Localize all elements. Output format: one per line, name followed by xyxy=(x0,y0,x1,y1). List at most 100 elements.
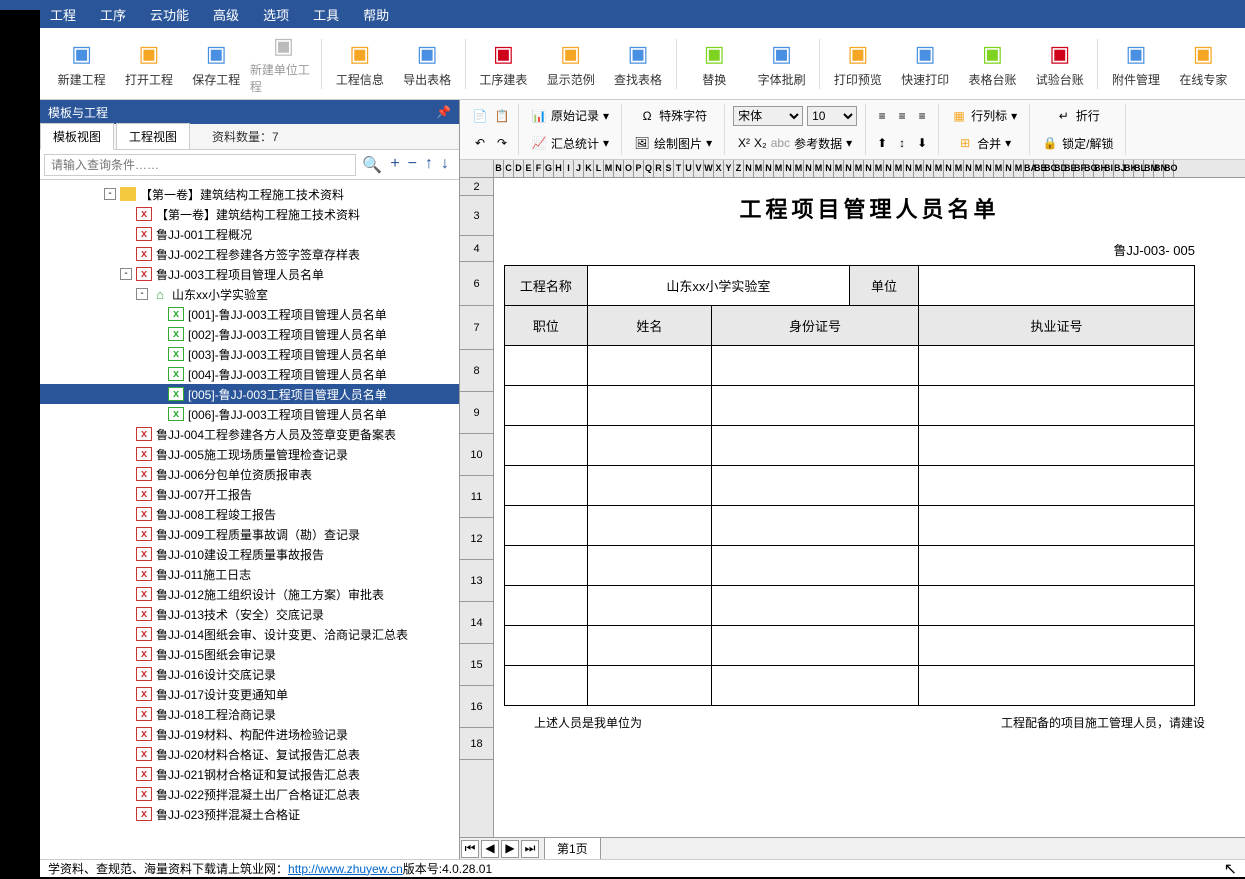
tool-试验台账[interactable]: ▣试验台账 xyxy=(1026,34,1093,94)
copy-icon[interactable]: 📄 xyxy=(472,108,488,124)
expand-icon[interactable] xyxy=(120,548,132,560)
down-icon[interactable]: ↓ xyxy=(441,155,449,175)
expand-icon[interactable] xyxy=(120,648,132,660)
expand-icon[interactable] xyxy=(120,728,132,740)
tool-导出表格[interactable]: ▣导出表格 xyxy=(393,34,460,94)
tree-item[interactable]: x[003]-鲁JJ-003工程项目管理人员名单 xyxy=(40,344,459,364)
expand-icon[interactable] xyxy=(120,428,132,440)
lock-button[interactable]: 🔒锁定/解锁 xyxy=(1038,133,1117,154)
nav-last-icon[interactable]: ⏭ xyxy=(521,840,539,858)
expand-icon[interactable] xyxy=(120,488,132,500)
expand-icon[interactable] xyxy=(152,308,164,320)
menu-工序[interactable]: 工序 xyxy=(100,5,126,24)
tool-显示范例[interactable]: ▣显示范例 xyxy=(537,34,604,94)
val-project[interactable]: 山东xx小学实验室 xyxy=(587,266,849,306)
menu-选项[interactable]: 选项 xyxy=(263,5,289,24)
tree-item[interactable]: x鲁JJ-004工程参建各方人员及签章变更备案表 xyxy=(40,424,459,444)
nav-next-icon[interactable]: ▶ xyxy=(501,840,519,858)
subscript-icon[interactable]: X₂ xyxy=(754,136,767,150)
sheet-tab[interactable]: 第1页 xyxy=(544,837,601,859)
panel-pin-icon[interactable]: 📌 xyxy=(436,105,451,119)
paste-icon[interactable]: 📋 xyxy=(494,108,510,124)
tool-新建单位工程[interactable]: ▣新建单位工程 xyxy=(250,34,317,94)
tree-item[interactable]: x鲁JJ-015图纸会审记录 xyxy=(40,644,459,664)
tree-item[interactable]: x鲁JJ-005施工现场质量管理检查记录 xyxy=(40,444,459,464)
spreadsheet-content[interactable]: 工程项目管理人员名单 鲁JJ-003- 005 工程名称 山东xx小学实验室 单… xyxy=(494,178,1245,837)
tree-item[interactable]: x鲁JJ-020材料合格证、复试报告汇总表 xyxy=(40,744,459,764)
tool-工程信息[interactable]: ▣工程信息 xyxy=(326,34,393,94)
tool-字体批刷[interactable]: ▣字体批刷 xyxy=(748,34,815,94)
tool-保存工程[interactable]: ▣保存工程 xyxy=(183,34,250,94)
raw-record-button[interactable]: 📊原始记录 ▾ xyxy=(527,105,613,126)
add-icon[interactable]: + xyxy=(390,155,399,175)
tree-item[interactable]: x【第一卷】建筑结构工程施工技术资料 xyxy=(40,204,459,224)
ref-data-button[interactable]: X² X₂ abc 参考数据 ▾ xyxy=(734,133,856,154)
menu-工程[interactable]: 工程 xyxy=(50,5,76,24)
expand-icon[interactable] xyxy=(120,608,132,620)
expand-icon[interactable]: - xyxy=(136,288,148,300)
expand-icon[interactable] xyxy=(120,688,132,700)
tool-替换[interactable]: ▣替换 xyxy=(681,34,748,94)
tool-附件管理[interactable]: ▣附件管理 xyxy=(1102,34,1169,94)
tree-item[interactable]: -【第一卷】建筑结构工程施工技术资料 xyxy=(40,184,459,204)
expand-icon[interactable] xyxy=(120,248,132,260)
tool-新建工程[interactable]: ▣新建工程 xyxy=(48,34,115,94)
tree-item[interactable]: x[004]-鲁JJ-003工程项目管理人员名单 xyxy=(40,364,459,384)
up-icon[interactable]: ↑ xyxy=(425,155,433,175)
expand-icon[interactable] xyxy=(120,768,132,780)
expand-icon[interactable]: - xyxy=(104,188,116,200)
tool-在线专家[interactable]: ▣在线专家 xyxy=(1170,34,1237,94)
expand-icon[interactable] xyxy=(152,408,164,420)
undo-icon[interactable]: ↶ xyxy=(472,135,488,151)
tree-item[interactable]: x鲁JJ-011施工日志 xyxy=(40,564,459,584)
expand-icon[interactable] xyxy=(120,528,132,540)
merge-button[interactable]: ⊞合并 ▾ xyxy=(953,133,1015,154)
expand-icon[interactable] xyxy=(120,788,132,800)
expand-icon[interactable] xyxy=(120,508,132,520)
menu-云功能[interactable]: 云功能 xyxy=(150,5,189,24)
superscript-icon[interactable]: X² xyxy=(738,136,750,150)
status-link[interactable]: http://www.zhuyew.cn xyxy=(288,862,403,876)
tree-item[interactable]: x鲁JJ-002工程参建各方签字签章存样表 xyxy=(40,244,459,264)
nav-prev-icon[interactable]: ◀ xyxy=(481,840,499,858)
tree-item[interactable]: -⌂山东xx小学实验室 xyxy=(40,284,459,304)
val-unit[interactable] xyxy=(918,266,1194,306)
tree-item[interactable]: x鲁JJ-019材料、构配件进场检验记录 xyxy=(40,724,459,744)
menu-帮助[interactable]: 帮助 xyxy=(363,5,389,24)
tree-item[interactable]: x鲁JJ-008工程竣工报告 xyxy=(40,504,459,524)
tree-item[interactable]: x鲁JJ-022预拌混凝土出厂合格证汇总表 xyxy=(40,784,459,804)
valign-bottom-icon[interactable]: ⬇ xyxy=(914,135,930,151)
expand-icon[interactable] xyxy=(120,568,132,580)
tree-item[interactable]: x[006]-鲁JJ-003工程项目管理人员名单 xyxy=(40,404,459,424)
expand-icon[interactable] xyxy=(120,708,132,720)
expand-icon[interactable] xyxy=(120,808,132,820)
expand-icon[interactable] xyxy=(152,388,164,400)
expand-icon[interactable] xyxy=(120,228,132,240)
redo-icon[interactable]: ↷ xyxy=(494,135,510,151)
tree-item[interactable]: x鲁JJ-018工程洽商记录 xyxy=(40,704,459,724)
font-select[interactable]: 宋体 xyxy=(733,106,803,126)
tree-item[interactable]: x鲁JJ-012施工组织设计（施工方案）审批表 xyxy=(40,584,459,604)
expand-icon[interactable] xyxy=(120,448,132,460)
tool-打印预览[interactable]: ▣打印预览 xyxy=(824,34,891,94)
tool-工序建表[interactable]: ▣工序建表 xyxy=(470,34,537,94)
valign-mid-icon[interactable]: ↕ xyxy=(894,135,910,151)
valign-top-icon[interactable]: ⬆ xyxy=(874,135,890,151)
expand-icon[interactable] xyxy=(120,748,132,760)
align-right-icon[interactable]: ≡ xyxy=(914,108,930,124)
draw-image-button[interactable]: 🖼绘制图片 ▾ xyxy=(630,133,716,154)
search-icon[interactable]: 🔍 xyxy=(362,155,382,175)
menu-高级[interactable]: 高级 xyxy=(213,5,239,24)
tree-item[interactable]: -x鲁JJ-003工程项目管理人员名单 xyxy=(40,264,459,284)
tool-打开工程[interactable]: ▣打开工程 xyxy=(115,34,182,94)
tab-template-view[interactable]: 模板视图 xyxy=(40,123,114,150)
rowcol-button[interactable]: ▦行列标 ▾ xyxy=(947,105,1021,126)
tree-item[interactable]: x鲁JJ-017设计变更通知单 xyxy=(40,684,459,704)
expand-icon[interactable] xyxy=(152,348,164,360)
tree-item[interactable]: x鲁JJ-013技术（安全）交底记录 xyxy=(40,604,459,624)
tab-project-view[interactable]: 工程视图 xyxy=(116,123,190,150)
expand-icon[interactable] xyxy=(120,468,132,480)
expand-icon[interactable] xyxy=(120,628,132,640)
expand-icon[interactable] xyxy=(152,368,164,380)
tree-item[interactable]: x鲁JJ-006分包单位资质报审表 xyxy=(40,464,459,484)
